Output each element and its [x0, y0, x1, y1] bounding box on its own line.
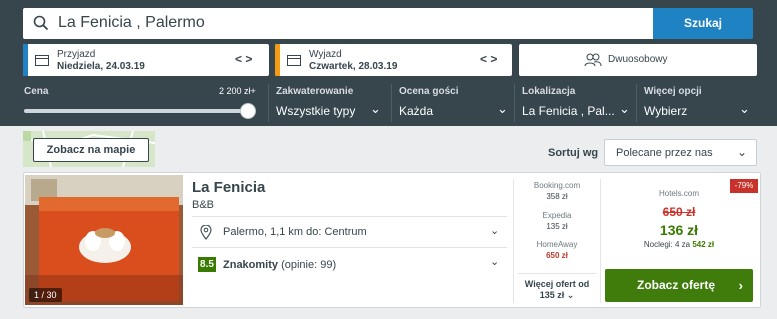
checkin-label: Przyjazd [57, 49, 96, 60]
location-filter-label: Lokalizacja [522, 86, 576, 97]
deal-site: HomeAway [536, 240, 578, 249]
deal-price: 135 zł [546, 222, 568, 231]
more-offers-label: Więcej ofert od [524, 279, 590, 289]
deal-booking[interactable]: Booking.com 358 zł [514, 181, 600, 201]
rating-summary[interactable]: Znakomity (opinie: 99) [223, 259, 336, 271]
deal-homeaway[interactable]: HomeAway 650 zł [514, 240, 600, 260]
price-slider-track[interactable] [24, 109, 252, 113]
location-filter-value[interactable]: La Fenicia , Pal... [522, 104, 615, 118]
chevron-down-icon[interactable]: ⌄ [619, 101, 630, 117]
chevron-down-icon[interactable]: ⌄ [490, 255, 499, 268]
checkout-date-field[interactable]: Wyjazd Czwartek, 28.03.19 < > [275, 44, 512, 76]
chevron-down-icon[interactable]: ⌄ [490, 224, 499, 237]
search-button[interactable]: Szukaj [653, 8, 753, 39]
calendar-icon [35, 55, 49, 66]
chevron-down-icon[interactable]: ⌄ [739, 101, 750, 117]
hotel-type: B&B [192, 199, 215, 211]
price-filter-label: Cena [24, 86, 49, 97]
search-value: La Fenicia , Palermo [58, 14, 205, 31]
sort-value: Polecane przez nas [616, 147, 713, 159]
checkout-value: Czwartek, 28.03.19 [309, 61, 398, 72]
hotel-room-image [25, 175, 183, 305]
search-header: La Fenicia , Palermo Szukaj Przyjazd Nie… [0, 0, 777, 126]
hotel-photo[interactable]: 1 / 30 [25, 175, 183, 305]
hotel-location[interactable]: Palermo, 1,1 km do: Centrum [223, 226, 367, 238]
deal-expedia[interactable]: Expedia 135 zł [514, 211, 600, 231]
guests-icon [584, 53, 602, 67]
divider [192, 216, 507, 217]
deal-site: Booking.com [533, 181, 581, 190]
room-type-field[interactable]: Dwuosobowy [519, 44, 757, 76]
price-max-label: 2 200 zł+ [219, 86, 256, 96]
more-offers-link[interactable]: Więcej ofert od 135 zł ⌄ [514, 279, 600, 301]
chevron-down-icon[interactable]: ⌄ [370, 101, 381, 117]
chevron-down-icon: ⌄ [566, 290, 575, 300]
nights-total-price: 542 zł [692, 240, 715, 249]
deal-price: 358 zł [546, 192, 568, 201]
sort-select[interactable]: Polecane przez nas ⌄ [604, 139, 757, 166]
chevron-down-icon: ⌄ [736, 145, 747, 159]
best-price: 136 zł [659, 222, 699, 238]
chevron-down-icon[interactable]: ⌄ [497, 101, 508, 117]
divider [518, 273, 596, 274]
filter-divider [268, 84, 269, 122]
more-options-filter-label: Więcej opcji [644, 86, 702, 97]
photo-counter: 1 / 30 [29, 288, 62, 302]
more-options-filter-value[interactable]: Wybierz [644, 104, 687, 118]
deal-price: 650 zł [546, 251, 568, 260]
view-deal-button[interactable]: Zobacz ofertę › [605, 269, 753, 302]
filter-divider [514, 84, 515, 122]
accommodation-filter-label: Zakwaterowanie [276, 86, 354, 97]
nights-total: Noclegi: 4 za 542 zł [604, 240, 754, 249]
old-price: 650 zł [662, 205, 696, 219]
rating-reviews: (opinie: 99) [281, 259, 337, 271]
search-icon [33, 15, 49, 31]
checkin-value: Niedziela, 24.03.19 [57, 61, 145, 72]
checkout-label: Wyjazd [309, 49, 342, 60]
checkin-date-field[interactable]: Przyjazd Niedziela, 24.03.19 < > [23, 44, 269, 76]
rating-filter-value[interactable]: Każda [399, 104, 433, 118]
filter-divider [391, 84, 392, 122]
filter-divider [636, 84, 637, 122]
checkin-accent-bar [23, 44, 28, 76]
best-deal-site: Hotels.com [658, 189, 699, 198]
calendar-icon [287, 55, 301, 66]
view-on-map-button[interactable]: Zobacz na mapie [33, 138, 149, 162]
checkout-accent-bar [275, 44, 280, 76]
view-deal-label: Zobacz ofertę [637, 278, 716, 292]
rating-score-badge: 8.5 [198, 257, 216, 272]
checkout-arrows[interactable]: < > [480, 52, 497, 66]
room-type-value: Dwuosobowy [608, 54, 668, 65]
location-pin-icon [200, 225, 212, 240]
divider [600, 179, 601, 303]
more-offers-price: 135 zł [539, 290, 565, 300]
search-input[interactable]: La Fenicia , Palermo [23, 8, 653, 39]
checkin-arrows[interactable]: < > [235, 52, 252, 66]
divider [192, 247, 507, 248]
rating-word: Znakomity [223, 259, 279, 271]
rating-filter-label: Ocena gości [399, 86, 459, 97]
deal-site: Expedia [542, 211, 572, 220]
price-slider-handle[interactable] [240, 103, 256, 119]
accommodation-filter-value[interactable]: Wszystkie typy [276, 104, 355, 118]
sort-label: Sortuj wg [548, 147, 599, 159]
hotel-card: 1 / 30 La Fenicia B&B Palermo, 1,1 km do… [23, 172, 761, 308]
chevron-right-icon: › [738, 278, 743, 293]
hotel-name[interactable]: La Fenicia [192, 179, 265, 196]
nights-text: Noclegi: 4 za [643, 240, 691, 249]
